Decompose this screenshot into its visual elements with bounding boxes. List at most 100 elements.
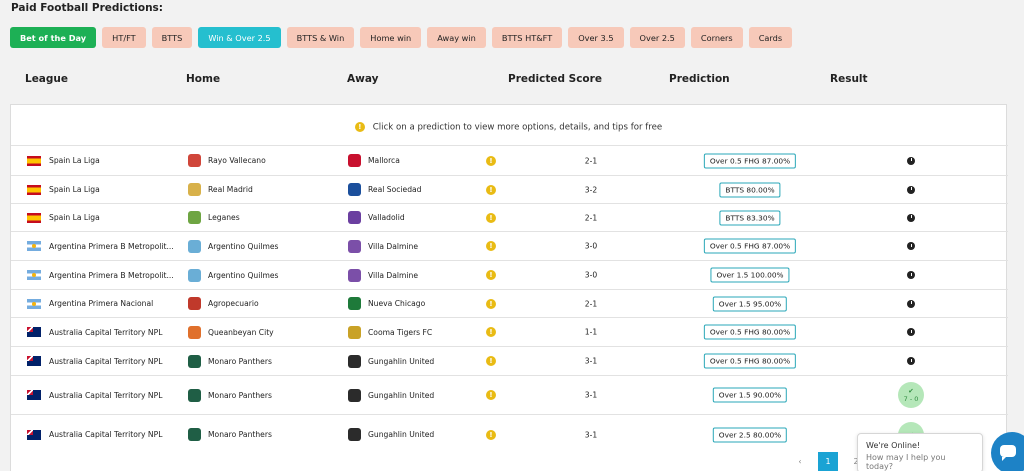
- country-flag-icon: [27, 327, 41, 337]
- result-won-badge: ✔ 7 - 0: [898, 382, 924, 408]
- prediction-badge[interactable]: Over 0.5 FHG 80.00%: [703, 324, 797, 340]
- alert-icon[interactable]: !: [486, 241, 496, 251]
- away-crest-icon: [348, 183, 361, 196]
- chat-status: We're Online!: [866, 441, 921, 450]
- tab-bet-of-the-day[interactable]: Bet of the Day: [10, 27, 97, 48]
- tab-over-3-5[interactable]: Over 3.5: [568, 27, 624, 48]
- home-cell: Queanbeyan City: [188, 318, 274, 346]
- tab-btts-ht-ft[interactable]: BTTS HT&FT: [491, 27, 563, 48]
- home-team: Rayo Vallecano: [208, 156, 266, 165]
- prediction-badge[interactable]: Over 0.5 FHG 87.00%: [703, 153, 797, 168]
- prediction-badge[interactable]: BTTS 83.30%: [719, 210, 781, 225]
- tab-corners[interactable]: Corners: [690, 27, 743, 48]
- prediction-badge[interactable]: Over 1.5 90.00%: [712, 387, 788, 403]
- pagination: ‹ 1 2: [790, 452, 866, 471]
- prediction-badge[interactable]: Over 0.5 FHG 80.00%: [703, 353, 797, 369]
- alert-icon[interactable]: !: [486, 356, 496, 366]
- prediction-badge[interactable]: BTTS 80.00%: [719, 182, 781, 197]
- league-cell: Argentina Primera B Metropolit...: [27, 261, 174, 289]
- away-team: Nueva Chicago: [368, 299, 426, 308]
- away-crest-icon: [348, 154, 361, 167]
- away-crest-icon: [348, 388, 361, 402]
- away-cell: Gungahlin United: [348, 415, 434, 454]
- away-cell: Villa Dalmine: [348, 261, 418, 289]
- country-flag-icon: [27, 429, 41, 440]
- prev-page-button[interactable]: ‹: [790, 452, 810, 471]
- page-1-button[interactable]: 1: [818, 452, 838, 471]
- away-team: Cooma Tigers FC: [368, 327, 433, 337]
- tab-home-win[interactable]: Home win: [360, 27, 422, 48]
- away-crest-icon: [348, 239, 361, 253]
- chat-button[interactable]: [991, 432, 1024, 471]
- league-cell: Spain La Liga: [27, 204, 100, 231]
- chat-bubble-icon: [1000, 445, 1016, 461]
- away-cell: Gungahlin United: [348, 376, 434, 414]
- table-row[interactable]: Argentina Primera B Metropolit... Argenti…: [11, 260, 1008, 289]
- alert-icon[interactable]: !: [486, 212, 496, 223]
- home-team: Monaro Panthers: [208, 430, 272, 439]
- clock-icon: [907, 185, 915, 194]
- column-prediction: Prediction: [669, 73, 730, 85]
- tab-ht-ft[interactable]: HT/FT: [102, 27, 146, 48]
- alert-icon[interactable]: !: [486, 155, 496, 166]
- league-cell: Australia Capital Territory NPL: [27, 318, 162, 346]
- clock-icon: [907, 328, 915, 336]
- league-name: Argentina Primera B Metropolit...: [49, 241, 174, 251]
- home-cell: Rayo Vallecano: [188, 146, 266, 175]
- country-flag-icon: [27, 356, 41, 366]
- home-crest-icon: [188, 211, 201, 224]
- away-team: Mallorca: [368, 156, 400, 165]
- chat-popup[interactable]: We're Online! How may I help you today?: [857, 433, 983, 471]
- table-row[interactable]: Spain La Liga Real Madrid Real Sociedad! 3-…: [11, 175, 1008, 203]
- table-row[interactable]: Australia Capital Territory NPL Monaro Pa…: [11, 346, 1008, 375]
- table-row[interactable]: Spain La Liga Rayo Vallecano Mallorca! 2-1 O…: [11, 145, 1008, 175]
- tab-away-win[interactable]: Away win: [427, 27, 486, 48]
- away-team: Real Sociedad: [368, 185, 422, 194]
- tab-win-over-2-5[interactable]: Win & Over 2.5: [198, 27, 281, 48]
- table-row[interactable]: Argentina Primera Nacional Agropecuario Nu…: [11, 289, 1008, 317]
- info-banner: ! Click on a prediction to view more opti…: [11, 122, 1006, 133]
- predicted-score: 3-0: [584, 241, 598, 251]
- league-cell: Argentina Primera Nacional: [27, 290, 153, 317]
- alert-icon[interactable]: !: [486, 390, 496, 400]
- clock-icon: [907, 299, 915, 308]
- tab-btts[interactable]: BTTS: [151, 27, 193, 48]
- prediction-badge[interactable]: Over 2.5 80.00%: [712, 427, 788, 442]
- prediction-badge[interactable]: Over 1.5 100.00%: [710, 267, 790, 283]
- tab-cards[interactable]: Cards: [748, 27, 793, 48]
- alert-icon[interactable]: !: [486, 429, 496, 440]
- table-row[interactable]: Argentina Primera B Metropolit... Argenti…: [11, 231, 1008, 260]
- clock-icon: [907, 357, 915, 365]
- home-team: Argentino Quilmes: [208, 241, 279, 251]
- alert-icon[interactable]: !: [486, 184, 496, 195]
- home-cell: Monaro Panthers: [188, 347, 272, 375]
- clock-icon: [907, 271, 915, 279]
- prediction-badge[interactable]: Over 1.5 95.00%: [712, 296, 788, 311]
- table-row[interactable]: Australia Capital Territory NPL Monaro Pa…: [11, 375, 1008, 414]
- away-crest-icon: [348, 268, 361, 282]
- alert-icon[interactable]: !: [486, 327, 496, 337]
- away-cell: Valladolid: [348, 204, 405, 231]
- table-row[interactable]: Australia Capital Territory NPL Queanbeya…: [11, 317, 1008, 346]
- alert-icon[interactable]: !: [486, 270, 496, 280]
- prediction-badge[interactable]: Over 0.5 FHG 87.00%: [703, 238, 797, 254]
- clock-icon: [907, 156, 915, 165]
- predicted-score: 1-1: [584, 327, 598, 337]
- home-team: Argentino Quilmes: [208, 270, 279, 280]
- home-crest-icon: [188, 297, 201, 310]
- table-row[interactable]: Spain La Liga Leganes Valladolid! 2-1 BTTS 8…: [11, 203, 1008, 231]
- info-text: Click on a prediction to view more optio…: [372, 122, 663, 133]
- column-league: League: [25, 73, 69, 85]
- tab-over-2-5[interactable]: Over 2.5: [629, 27, 685, 48]
- league-name: Spain La Liga: [49, 156, 100, 165]
- country-flag-icon: [27, 298, 41, 309]
- predicted-score: 2-1: [584, 299, 598, 308]
- league-cell: Spain La Liga: [27, 146, 100, 175]
- home-crest-icon: [188, 325, 201, 339]
- away-cell: Nueva Chicago: [348, 290, 425, 317]
- tab-btts-win[interactable]: BTTS & Win: [286, 27, 355, 48]
- league-name: Australia Capital Territory NPL: [49, 390, 163, 400]
- league-cell: Spain La Liga: [27, 176, 100, 203]
- country-flag-icon: [27, 155, 41, 166]
- alert-icon[interactable]: !: [486, 298, 496, 309]
